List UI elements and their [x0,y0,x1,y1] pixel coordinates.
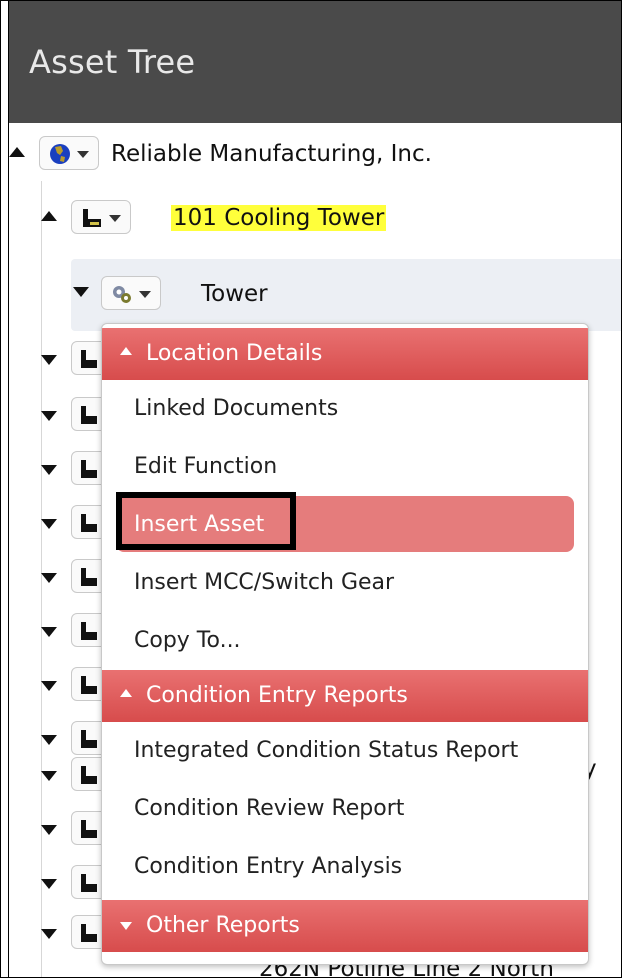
menu-item-edit-function[interactable]: Edit Function [102,438,588,496]
factory-icon [81,766,97,784]
node-label[interactable]: Reliable Manufacturing, Inc. [111,141,432,167]
factory-icon [81,406,97,424]
node-menu-button[interactable] [71,915,103,949]
factory-icon [81,460,97,478]
globe-icon [50,144,70,164]
tree-guide-line [8,123,9,977]
factory-icon [81,730,97,748]
factory-icon [83,209,101,227]
node-menu-button[interactable] [71,505,103,539]
node-menu-button[interactable] [71,451,103,485]
expand-arrow-icon[interactable] [41,825,57,835]
menu-item-condition-review-report[interactable]: Condition Review Report [102,780,588,838]
collapse-triangle-icon [120,347,132,355]
highlighted-label: 101 Cooling Tower [171,205,387,231]
expand-arrow-icon[interactable] [41,465,57,475]
asset-tree-panel: Asset Tree Reliable Manufacturing, Inc. [0,0,622,978]
page-title: Asset Tree [29,43,196,81]
factory-icon [81,874,97,892]
chevron-down-icon [139,291,151,298]
node-label[interactable]: Tower [201,281,268,307]
tree-node-tower[interactable]: Tower [1,267,621,319]
expand-arrow-icon[interactable] [73,287,89,297]
asset-tree-header: Asset Tree [8,1,621,123]
tree-node-cooling-tower[interactable]: 101 Cooling Tower [1,195,621,247]
menu-item-copy-to[interactable]: Copy To... [102,612,588,670]
section-condition-entry-reports[interactable]: Condition Entry Reports [102,670,588,722]
factory-icon [81,622,97,640]
chevron-down-icon [77,151,89,158]
node-menu-button[interactable] [71,200,131,234]
expand-arrow-icon[interactable] [41,573,57,583]
expand-arrow-icon[interactable] [41,627,57,637]
factory-icon [81,350,97,368]
expand-arrow-icon[interactable] [41,735,57,745]
collapse-arrow-icon[interactable] [9,147,25,157]
node-menu-button[interactable] [71,667,103,701]
node-menu-button[interactable] [101,276,161,310]
node-menu-button[interactable] [71,721,103,755]
factory-icon [81,514,97,532]
expand-triangle-icon [120,922,132,930]
expand-arrow-icon[interactable] [41,681,57,691]
node-menu-button[interactable] [71,811,103,845]
menu-item-linked-documents[interactable]: Linked Documents [102,380,588,438]
node-menu-button[interactable] [71,559,103,593]
expand-arrow-icon[interactable] [41,355,57,365]
chevron-down-icon [109,215,121,222]
expand-arrow-icon[interactable] [41,411,57,421]
gears-icon [113,286,131,303]
section-location-details[interactable]: Location Details [102,328,588,380]
menu-item-condition-entry-analysis[interactable]: Condition Entry Analysis [102,838,588,896]
node-menu-button[interactable] [71,613,103,647]
factory-icon [81,568,97,586]
node-label[interactable]: 101 Cooling Tower [171,205,387,231]
node-context-menu: Location Details Linked Documents Edit F… [101,323,589,965]
tree-node-root[interactable]: Reliable Manufacturing, Inc. [1,131,621,183]
expand-arrow-icon[interactable] [41,519,57,529]
menu-item-integrated-condition-status-report[interactable]: Integrated Condition Status Report [102,722,588,780]
section-other-reports[interactable]: Other Reports [102,900,588,952]
factory-icon [81,820,97,838]
expand-arrow-icon[interactable] [41,879,57,889]
collapse-triangle-icon [120,689,132,697]
node-menu-button[interactable] [71,865,103,899]
factory-icon [81,676,97,694]
node-menu-button[interactable] [39,136,99,170]
factory-icon [81,924,97,942]
expand-arrow-icon[interactable] [41,771,57,781]
focus-highlight-box [116,492,296,550]
node-menu-button[interactable] [71,757,103,791]
menu-item-insert-mcc-switch-gear[interactable]: Insert MCC/Switch Gear [102,554,588,612]
expand-arrow-icon[interactable] [41,929,57,939]
collapse-arrow-icon[interactable] [41,211,57,221]
node-menu-button[interactable] [71,341,103,375]
node-menu-button[interactable] [71,397,103,431]
